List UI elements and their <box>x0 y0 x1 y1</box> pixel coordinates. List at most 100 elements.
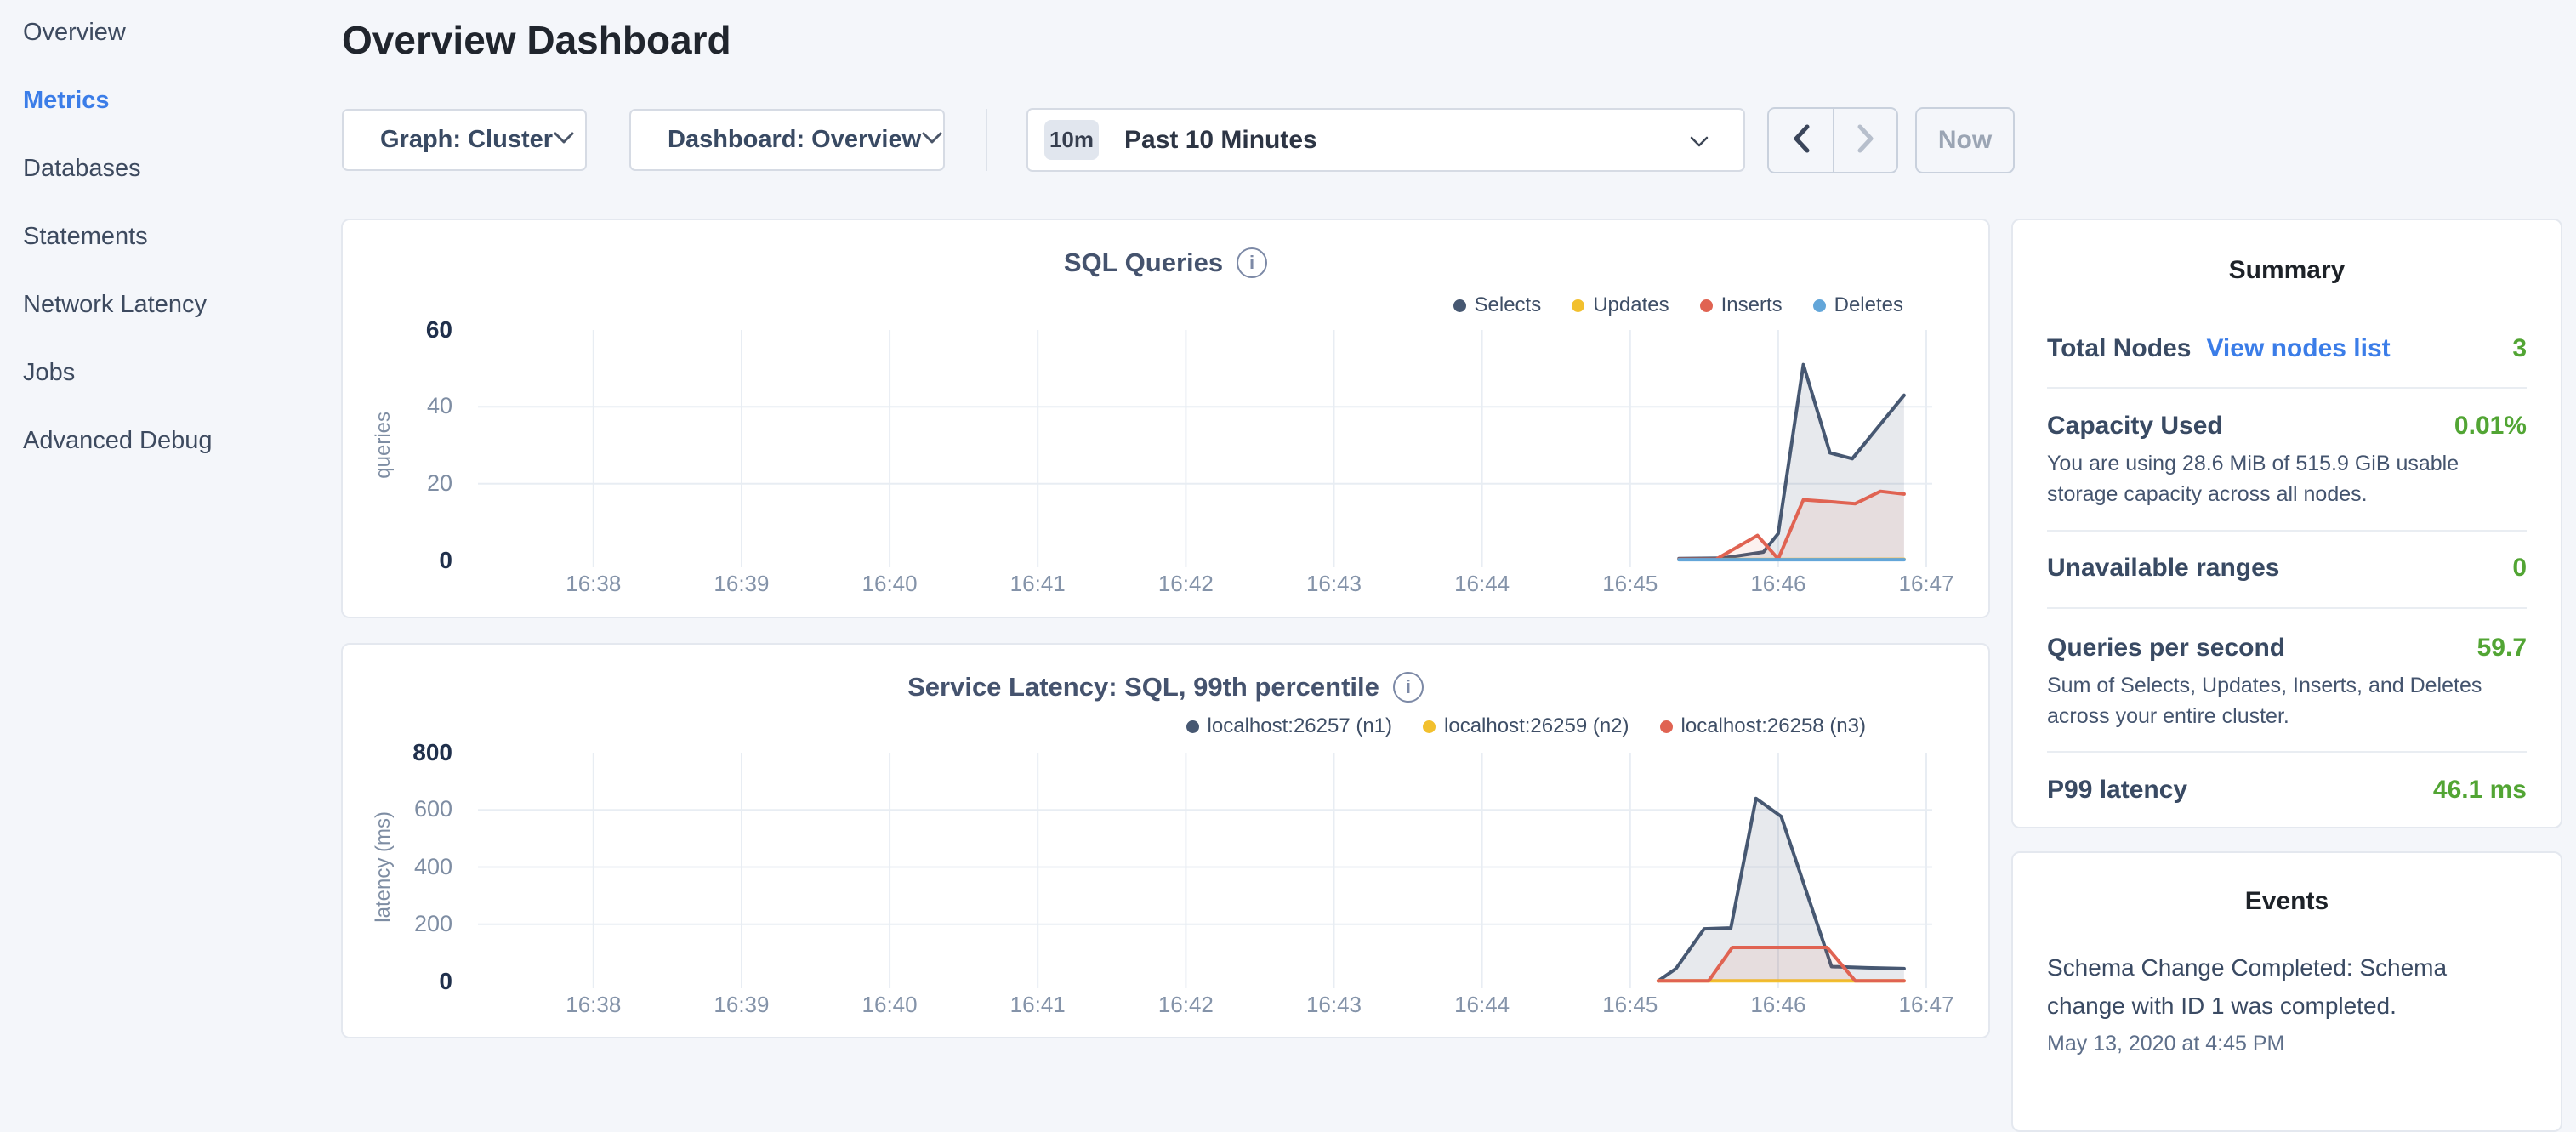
y-axis-label: 20 <box>338 470 452 497</box>
x-tick-label: 16:38 <box>543 571 645 597</box>
legend-item-n2[interactable]: localhost:26259 (n2) <box>1423 714 1629 738</box>
sql-queries-chart-card: SQL Queries Selects Updates Inserts Dele… <box>341 219 1990 618</box>
prev-time-button[interactable] <box>1769 109 1833 172</box>
sidebar-item-jobs[interactable]: Jobs <box>23 357 75 388</box>
page-title: Overview Dashboard <box>342 17 731 63</box>
x-tick-label: 16:47 <box>1875 571 1977 597</box>
unavailable-ranges-value: 0 <box>2512 554 2527 583</box>
divider <box>2047 530 2527 532</box>
time-range-label: Past 10 Minutes <box>1124 126 1317 155</box>
header-divider <box>986 109 987 171</box>
chart-legend: localhost:26257 (n1) localhost:26259 (n2… <box>1186 714 1866 738</box>
chevron-down-icon <box>553 131 575 149</box>
legend-dot <box>1453 299 1466 312</box>
y-axis-label: 0 <box>338 968 452 995</box>
x-tick-label: 16:45 <box>1579 571 1681 597</box>
time-range-dropdown[interactable]: 10m Past 10 Minutes <box>1026 108 1745 172</box>
legend-dot <box>1700 299 1713 312</box>
time-step-button-group <box>1767 107 1898 173</box>
y-axis-label: 40 <box>338 393 452 419</box>
sidebar-item-metrics[interactable]: Metrics <box>23 85 110 116</box>
chevron-left-icon <box>1791 123 1811 158</box>
x-tick-label: 16:46 <box>1727 571 1829 597</box>
legend-item-n3[interactable]: localhost:26258 (n3) <box>1660 714 1866 738</box>
legend-item-selects[interactable]: Selects <box>1453 293 1542 317</box>
x-tick-label: 16:47 <box>1875 992 1977 1018</box>
p99-latency-value: 46.1 ms <box>2433 776 2527 805</box>
queries-per-second-value: 59.7 <box>2477 634 2527 663</box>
legend-dot <box>1572 299 1584 312</box>
x-tick-label: 16:40 <box>839 571 941 597</box>
divider <box>2047 387 2527 389</box>
summary-panel: Summary Total Nodes View nodes list 3 Ca… <box>2011 219 2562 828</box>
now-button[interactable]: Now <box>1915 107 2015 173</box>
chevron-down-icon <box>1689 135 1709 152</box>
dashboard-dropdown-label: Dashboard: Overview <box>668 126 921 154</box>
y-axis-label: 800 <box>338 739 452 766</box>
chart-canvas[interactable] <box>478 330 1932 569</box>
x-tick-label: 16:38 <box>543 992 645 1018</box>
summary-row-unavailable-ranges: Unavailable ranges 0 <box>2047 554 2527 583</box>
chevron-right-icon <box>1856 123 1876 158</box>
y-axis-label: 400 <box>338 854 452 880</box>
legend-item-deletes[interactable]: Deletes <box>1813 293 1903 317</box>
y-axis-title: queries <box>369 330 398 560</box>
graph-dropdown-label: Graph: Cluster <box>380 126 553 154</box>
event-item[interactable]: Schema Change Completed: Schema change w… <box>2047 948 2455 1025</box>
x-tick-label: 16:40 <box>839 992 941 1018</box>
chart-legend: Selects Updates Inserts Deletes <box>1453 293 1904 317</box>
sidebar-item-advanced-debug[interactable]: Advanced Debug <box>23 425 213 456</box>
sql-queries-plot[interactable]: queries 16:3816:3916:4016:4116:4216:4316… <box>478 330 1932 560</box>
divider <box>2047 607 2527 609</box>
capacity-used-caption: You are using 28.6 MiB of 515.9 GiB usab… <box>2047 448 2527 509</box>
x-tick-label: 16:44 <box>1431 992 1533 1018</box>
summary-row-capacity-used: Capacity Used 0.01% <box>2047 412 2527 441</box>
summary-row-queries-per-second: Queries per second 59.7 <box>2047 634 2527 663</box>
summary-title: Summary <box>2047 256 2527 285</box>
service-latency-plot[interactable]: latency (ms) 16:3816:3916:4016:4116:4216… <box>478 753 1932 981</box>
y-axis-label: 60 <box>338 316 452 344</box>
legend-item-inserts[interactable]: Inserts <box>1700 293 1783 317</box>
x-tick-label: 16:39 <box>691 571 793 597</box>
y-axis-label: 600 <box>338 796 452 822</box>
chart-canvas[interactable] <box>478 753 1932 990</box>
x-tick-label: 16:44 <box>1431 571 1533 597</box>
info-icon[interactable] <box>1237 247 1267 278</box>
x-tick-label: 16:41 <box>987 571 1089 597</box>
sidebar-item-statements[interactable]: Statements <box>23 221 148 252</box>
x-tick-label: 16:39 <box>691 992 793 1018</box>
sidebar-item-network-latency[interactable]: Network Latency <box>23 289 207 320</box>
legend-dot <box>1660 720 1673 733</box>
x-tick-label: 16:42 <box>1134 571 1237 597</box>
sidebar-item-databases[interactable]: Databases <box>23 153 141 184</box>
event-timestamp: May 13, 2020 at 4:45 PM <box>2047 1032 2527 1056</box>
summary-row-total-nodes: Total Nodes View nodes list 3 <box>2047 334 2527 363</box>
events-title: Events <box>2047 887 2527 916</box>
x-tick-label: 16:45 <box>1579 992 1681 1018</box>
legend-item-n1[interactable]: localhost:26257 (n1) <box>1186 714 1392 738</box>
events-panel: Events Schema Change Completed: Schema c… <box>2011 851 2562 1132</box>
y-axis-label: 200 <box>338 911 452 937</box>
legend-item-updates[interactable]: Updates <box>1572 293 1669 317</box>
info-icon[interactable] <box>1393 672 1424 703</box>
queries-per-second-caption: Sum of Selects, Updates, Inserts, and De… <box>2047 670 2527 731</box>
x-tick-label: 16:41 <box>987 992 1089 1018</box>
x-tick-label: 16:43 <box>1282 992 1385 1018</box>
y-axis-label: 0 <box>338 547 452 574</box>
legend-dot <box>1186 720 1199 733</box>
next-time-button[interactable] <box>1833 109 1896 172</box>
chevron-down-icon <box>921 131 943 149</box>
capacity-used-value: 0.01% <box>2454 412 2527 441</box>
sidebar-item-overview[interactable]: Overview <box>23 17 126 48</box>
service-latency-chart-card: Service Latency: SQL, 99th percentile lo… <box>341 643 1990 1038</box>
chart-title: SQL Queries <box>1064 247 1223 278</box>
summary-row-p99-latency: P99 latency 46.1 ms <box>2047 776 2527 805</box>
x-tick-label: 16:43 <box>1282 571 1385 597</box>
total-nodes-value: 3 <box>2512 334 2527 363</box>
view-nodes-list-link[interactable]: View nodes list <box>2206 334 2390 363</box>
time-range-badge: 10m <box>1044 120 1099 160</box>
graph-dropdown[interactable]: Graph: Cluster <box>342 109 587 171</box>
chart-title: Service Latency: SQL, 99th percentile <box>907 672 1379 703</box>
legend-dot <box>1423 720 1436 733</box>
dashboard-dropdown[interactable]: Dashboard: Overview <box>629 109 945 171</box>
